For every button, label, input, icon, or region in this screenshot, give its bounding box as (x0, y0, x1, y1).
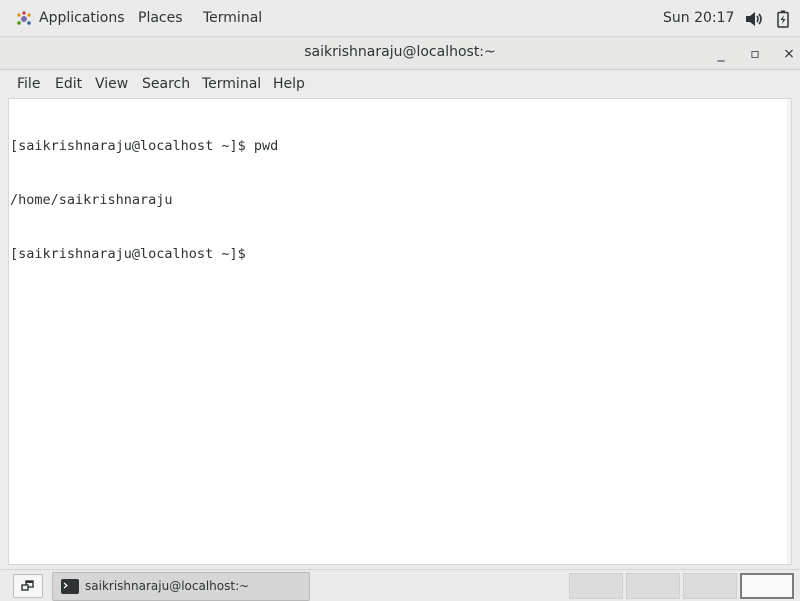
workspace-2[interactable] (626, 573, 680, 599)
menubar: File Edit View Search Terminal Help (0, 70, 800, 98)
window-titlebar[interactable]: saikrishnaraju@localhost:~ _ ▫ × (0, 37, 800, 70)
menu-view[interactable]: View (95, 76, 128, 92)
menu-terminal[interactable]: Terminal (202, 76, 261, 92)
workspace-3[interactable] (683, 573, 737, 599)
terminal-prompt-line: [saikrishnaraju@localhost ~]$ (10, 245, 278, 263)
terminal-app-menu[interactable]: Terminal (203, 10, 262, 26)
taskbar-window-terminal[interactable]: saikrishnaraju@localhost:~ (52, 572, 310, 601)
gnome-foot-icon[interactable] (16, 11, 32, 27)
clock[interactable]: Sun 20:17 (663, 10, 734, 26)
window-restore-icon[interactable] (13, 574, 43, 598)
applications-menu[interactable]: Applications (39, 10, 125, 26)
menu-help[interactable]: Help (273, 76, 305, 92)
close-button[interactable]: × (780, 45, 798, 63)
window-title: saikrishnaraju@localhost:~ (304, 44, 496, 60)
menu-search[interactable]: Search (142, 76, 190, 92)
terminal-output[interactable]: [saikrishnaraju@localhost ~]$ pwd /home/… (8, 98, 792, 565)
places-menu[interactable]: Places (138, 10, 183, 26)
bottom-panel: saikrishnaraju@localhost:~ (0, 569, 800, 601)
menu-edit[interactable]: Edit (55, 76, 82, 92)
battery-icon[interactable] (777, 10, 789, 28)
taskbar-window-label: saikrishnaraju@localhost:~ (85, 579, 250, 593)
terminal-scrollbar[interactable] (787, 99, 791, 564)
terminal-line: [saikrishnaraju@localhost ~]$ pwd (10, 138, 279, 154)
terminal-text: [saikrishnaraju@localhost ~]$ pwd /home/… (10, 101, 278, 299)
workspace-1[interactable] (569, 573, 623, 599)
terminal-line: /home/saikrishnaraju (10, 192, 173, 208)
top-panel: Applications Places Terminal Sun 20:17 (0, 0, 800, 37)
menu-file[interactable]: File (17, 76, 40, 92)
workspace-4-active[interactable] (740, 573, 794, 599)
terminal-icon (61, 579, 79, 594)
terminal-prompt: [saikrishnaraju@localhost ~]$ (10, 246, 254, 262)
maximize-button[interactable]: ▫ (746, 45, 764, 63)
terminal-cursor (254, 245, 262, 261)
volume-icon[interactable] (745, 11, 763, 27)
minimize-button[interactable]: _ (712, 45, 730, 63)
